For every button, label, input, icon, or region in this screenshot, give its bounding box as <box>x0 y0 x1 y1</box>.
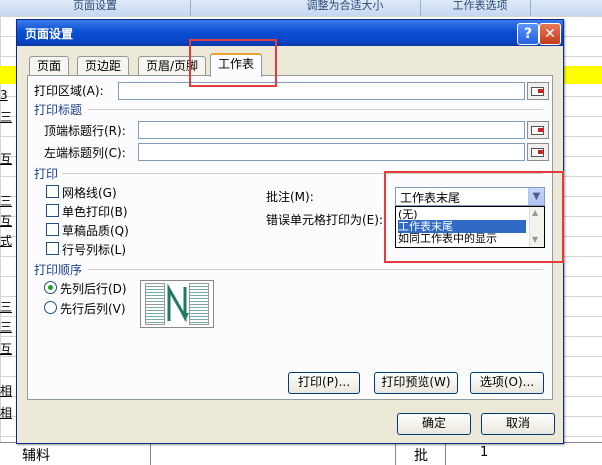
tab-sheet[interactable]: 工作表 <box>210 53 263 77</box>
ribbon-group-sheet-options[interactable]: 工作表选项 <box>430 0 531 16</box>
down-then-over-label: 先列后行(D) <box>60 282 127 296</box>
options-button[interactable]: 选项(O)... <box>470 372 544 394</box>
spreadsheet-bottom-row[interactable]: 辅料 批 1 <box>0 442 602 465</box>
help-button[interactable]: ? <box>517 23 539 45</box>
black-white-checkbox[interactable] <box>46 204 59 217</box>
print-preview-button[interactable]: 打印预览(W) <box>374 372 458 394</box>
close-button[interactable]: ✕ <box>539 23 561 45</box>
black-white-label: 单色打印(B) <box>62 205 128 219</box>
cell-fragment: 式 <box>0 234 13 248</box>
print-area-ref-button[interactable] <box>527 82 549 100</box>
page-order-section: 打印顺序 <box>34 263 83 277</box>
cell-fragment: 互 <box>0 214 13 228</box>
cell-fragment: 3 <box>0 88 8 102</box>
cell-fragment: 相 <box>0 406 13 420</box>
cell-number: 1 <box>480 445 489 460</box>
row-col-headings-label: 行号列标(L) <box>62 243 127 257</box>
top-rows-ref-button[interactable] <box>527 121 549 139</box>
cell-fragment: 三 <box>0 320 13 334</box>
divider <box>88 269 543 270</box>
cancel-button[interactable]: 取消 <box>481 413 555 435</box>
left-cols-ref-button[interactable] <box>527 143 549 161</box>
cell-errors-label: 错误单元格打印为(E): <box>266 213 383 227</box>
row-col-headings-checkbox[interactable] <box>46 242 59 255</box>
print-titles-section: 打印标题 <box>34 103 83 117</box>
print-button[interactable]: 打印(P)... <box>288 372 360 394</box>
highlight-box-comments <box>384 171 564 263</box>
over-then-down-radio[interactable] <box>44 301 57 314</box>
left-cols-input[interactable] <box>138 143 525 161</box>
cell-fragment: 三 <box>0 300 13 314</box>
page-order-arrow-icon <box>167 283 189 323</box>
cell-fragment: 互 <box>0 152 13 166</box>
cell-fragment: 互 <box>0 342 13 356</box>
draft-quality-checkbox[interactable] <box>46 223 59 236</box>
gridlines-checkbox[interactable] <box>46 185 59 198</box>
page-order-preview-image <box>140 280 214 328</box>
cell-fragment: 三 <box>0 110 13 124</box>
cell-material: 辅料 <box>22 448 50 464</box>
print-section: 打印 <box>34 167 59 181</box>
cell-batch: 批 <box>414 448 428 464</box>
top-rows-label: 顶端标题行(R): <box>44 124 126 138</box>
tab-margins[interactable]: 页边距 <box>77 56 130 76</box>
draft-quality-label: 草稿品质(Q) <box>62 224 129 238</box>
comments-label: 批注(M): <box>266 190 314 204</box>
yellow-cell-right <box>562 66 602 84</box>
cell-fragment: 三 <box>0 194 13 208</box>
print-area-input[interactable] <box>118 82 525 100</box>
left-cols-label: 左端标题列(C): <box>44 146 126 160</box>
ribbon-strip: 页面设置 调整为合适大小 工作表选项 <box>0 0 602 17</box>
tab-page[interactable]: 页面 <box>29 56 70 76</box>
over-then-down-label: 先行后列(V) <box>60 302 126 316</box>
dialog-title-bar[interactable]: 页面设置 ? ✕ <box>17 20 563 46</box>
divider <box>88 109 543 110</box>
ribbon-group-page-setup[interactable]: 页面设置 <box>0 0 191 16</box>
gridlines-label: 网格线(G) <box>62 186 117 200</box>
down-then-over-radio[interactable] <box>44 281 57 294</box>
ribbon-group-scale-to-fit[interactable]: 调整为合适大小 <box>270 0 421 16</box>
print-area-label: 打印区域(A): <box>34 84 104 98</box>
dialog-title: 页面设置 <box>25 27 74 41</box>
cell-fragment: 相 <box>0 384 13 398</box>
ok-button[interactable]: 确定 <box>397 413 471 435</box>
top-rows-input[interactable] <box>138 121 525 139</box>
